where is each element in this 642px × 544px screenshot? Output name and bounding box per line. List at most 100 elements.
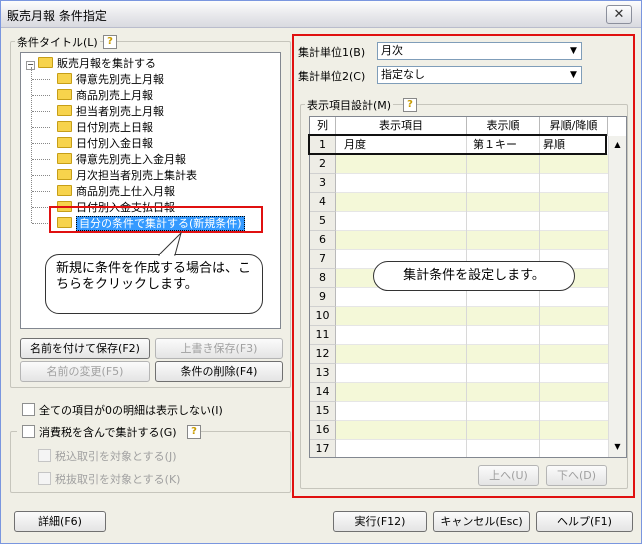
tree-item-label: 日付別売上日報 [76,121,153,134]
include-tax-label: 消費税を含んで集計する(G) [39,426,177,439]
row-number: 15 [310,402,336,421]
table-row[interactable] [336,364,608,383]
tax-inclusive-checkbox[interactable] [38,449,51,462]
table-row[interactable] [336,212,608,231]
hide-zero-checkbox[interactable] [22,403,35,416]
callout-text: 新規に条件を作成する場合は、こちらをクリックします。 [56,261,252,292]
row-number: 9 [310,288,336,307]
folder-icon [57,89,72,100]
callout-text: 集計条件を設定します。 [403,268,545,283]
row-number: 4 [310,193,336,212]
chevron-down-icon[interactable]: ▼ [566,67,581,83]
folder-icon [57,105,72,116]
row-number: 12 [310,345,336,364]
table-row[interactable] [336,231,608,250]
row-number: 7 [310,250,336,269]
move-up-button[interactable]: 上へ(U) [478,465,539,486]
tree-item[interactable]: 得意先別売上入金月報 [57,152,186,168]
tree-root-label: 販売月報を集計する [57,57,156,70]
window-title: 販売月報 条件指定 [7,9,107,23]
unit1-value: 月次 [381,44,403,57]
unit2-label: 集計単位2(C) [298,70,366,83]
help-button[interactable]: ヘルプ(F1) [536,511,633,532]
help-icon[interactable]: ? [403,98,417,112]
row-number: 3 [310,174,336,193]
display-items-label: 表示項目設計(M) [305,97,394,113]
vertical-scrollbar[interactable]: ▲ ▼ [608,136,626,457]
rename-button[interactable]: 名前の変更(F5) [20,361,150,382]
tree-item[interactable]: 得意先別売上月報 [57,72,164,88]
table-row[interactable] [336,307,608,326]
delete-condition-button[interactable]: 条件の削除(F4) [155,361,283,382]
tree-item-label: 日付別入金日報 [76,137,153,150]
tree-item-label: 得意先別売上月報 [76,73,164,86]
hide-zero-label: 全ての項目が0の明細は表示しない(I) [39,404,223,417]
tree-item[interactable]: 商品別売上仕入月報 [57,184,175,200]
tree-item-label: 商品別売上月報 [76,89,153,102]
table-row[interactable] [336,326,608,345]
tree-item[interactable]: 担当者別売上月報 [57,104,164,120]
row-number: 17 [310,440,336,457]
table-row[interactable] [336,174,608,193]
new-condition-highlight [49,206,263,233]
tree-item[interactable]: 日付別売上日報 [57,120,153,136]
tree-item-label: 担当者別売上月報 [76,105,164,118]
save-as-button[interactable]: 名前を付けて保存(F2) [20,338,150,359]
detail-button[interactable]: 詳細(F6) [14,511,106,532]
table-row[interactable] [336,345,608,364]
tree-item-label: 得意先別売上入金月報 [76,153,186,166]
include-tax-checkbox[interactable] [22,425,35,438]
tree-item[interactable]: 月次担当者別売上集計表 [57,168,197,184]
table-row[interactable] [336,383,608,402]
callout-pointer [157,232,182,256]
tax-inclusive-label: 税込取引を対象とする(J) [55,450,177,463]
table-row[interactable] [336,402,608,421]
tree-root[interactable]: − 販売月報を集計する [26,56,156,72]
execute-button[interactable]: 実行(F12) [333,511,427,532]
row-number: 14 [310,383,336,402]
scroll-down-icon[interactable]: ▼ [610,439,625,454]
help-icon[interactable]: ? [103,35,117,49]
tree-item[interactable]: 商品別売上月報 [57,88,153,104]
tree-item[interactable]: 日付別入金日報 [57,136,153,152]
folder-icon [57,185,72,196]
dialog-window: 販売月報 条件指定 ✕ 条件タイトル(L) ? − 販売月報を集計する 得意先別売… [0,0,642,544]
folder-icon [57,121,72,132]
selected-row-outline [308,134,607,155]
folder-icon [57,169,72,180]
row-number: 13 [310,364,336,383]
tree-item-label: 月次担当者別売上集計表 [76,169,197,182]
row-number: 11 [310,326,336,345]
row-number: 2 [310,155,336,174]
row-number: 8 [310,269,336,288]
tax-exclusive-label: 税抜取引を対象とする(K) [55,473,181,486]
row-number: 5 [310,212,336,231]
table-row[interactable] [336,440,608,457]
folder-icon [38,57,53,68]
unit1-label: 集計単位1(B) [298,46,366,59]
chevron-down-icon[interactable]: ▼ [566,43,581,59]
table-row[interactable] [336,193,608,212]
unit2-value: 指定なし [381,68,425,81]
row-number: 16 [310,421,336,440]
title-bar: 販売月報 条件指定 ✕ [1,1,641,28]
new-condition-callout: 新規に条件を作成する場合は、こちらをクリックします。 [45,254,263,314]
cancel-button[interactable]: キャンセル(Esc) [433,511,530,532]
move-down-button[interactable]: 下へ(D) [546,465,607,486]
row-number: 6 [310,231,336,250]
scroll-up-icon[interactable]: ▲ [610,137,625,152]
help-icon[interactable]: ? [187,425,201,439]
settings-callout: 集計条件を設定します。 [373,261,575,291]
folder-icon [57,137,72,148]
overwrite-button[interactable]: 上書き保存(F3) [155,338,283,359]
unit2-select[interactable]: 指定なし ▼ [377,66,582,84]
tax-exclusive-checkbox[interactable] [38,472,51,485]
unit1-select[interactable]: 月次 ▼ [377,42,582,60]
condition-title-label: 条件タイトル(L) [15,34,100,50]
folder-icon [57,73,72,84]
table-row[interactable] [336,155,608,174]
folder-icon [57,153,72,164]
close-button[interactable]: ✕ [606,5,632,24]
table-row[interactable] [336,421,608,440]
row-number: 10 [310,307,336,326]
